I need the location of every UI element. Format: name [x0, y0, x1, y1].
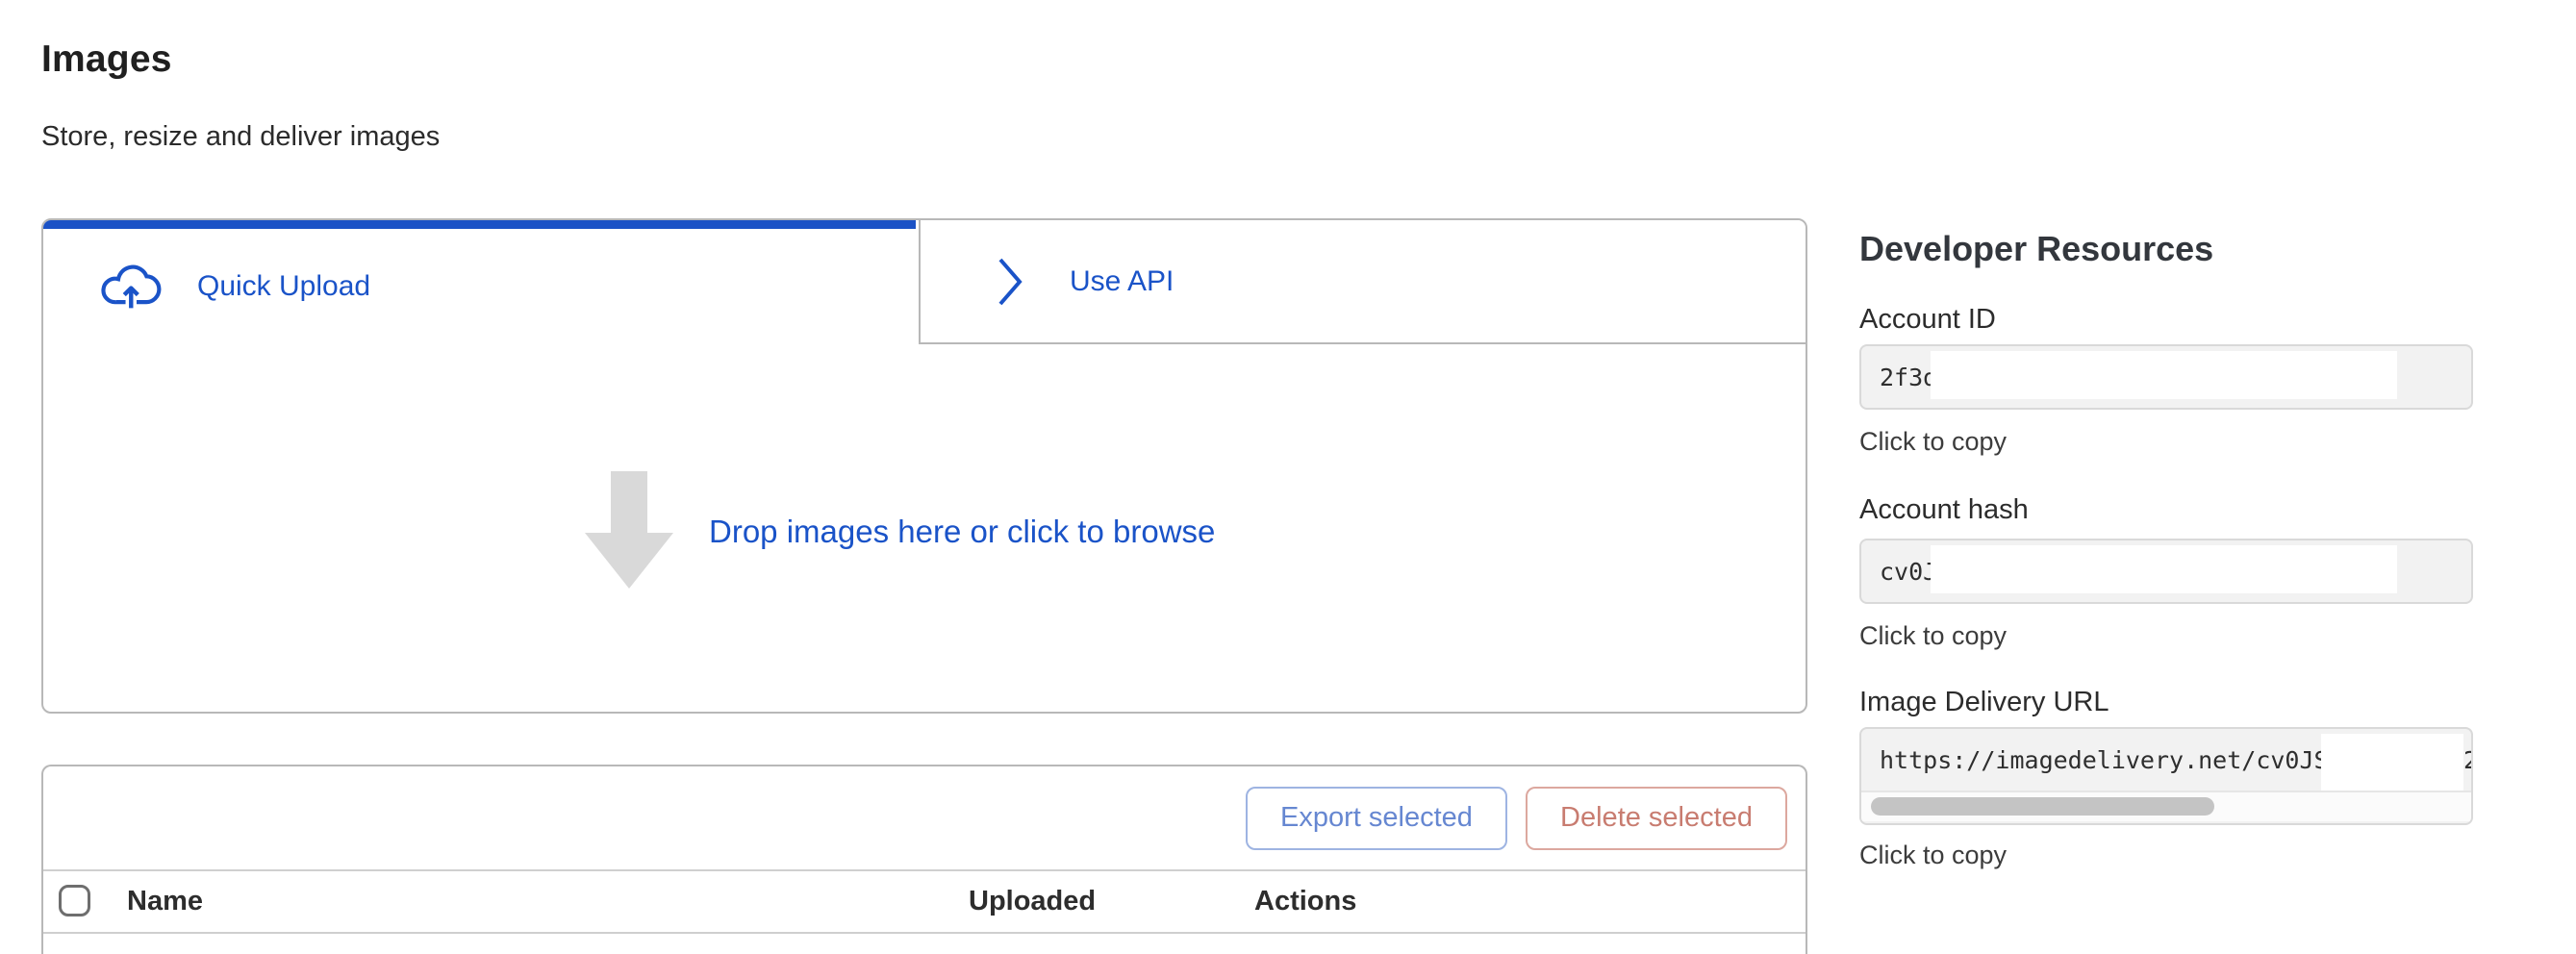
select-all-checkbox[interactable] [59, 885, 90, 916]
developer-resources-sidebar: Developer Resources Account ID 2f3d Clic… [1859, 229, 2473, 921]
dropzone[interactable]: Drop images here or click to browse [43, 346, 1806, 712]
image-delivery-url-field[interactable]: https://imagedelivery.net/cv0JS 2 [1859, 727, 2473, 825]
export-selected-button[interactable]: Export selected [1246, 787, 1507, 850]
page-title: Images [41, 38, 440, 81]
column-header-actions: Actions [1254, 886, 1356, 917]
dropzone-label: Drop images here or click to browse [709, 514, 1215, 550]
account-id-value: 2f3d [1880, 364, 1937, 391]
redaction-overlay [2321, 734, 2463, 791]
tab-quick-upload[interactable]: Quick Upload [43, 229, 919, 344]
sidebar-title: Developer Resources [1859, 229, 2213, 269]
url-horizontal-scrollbar[interactable] [1861, 791, 2471, 821]
table-header-row: Name Uploaded Actions [43, 871, 1806, 934]
image-delivery-url-value: https://imagedelivery.net/cv0JS [1880, 746, 2329, 774]
account-hash-value: cv0J [1880, 558, 1937, 586]
account-hash-label: Account hash [1859, 494, 2029, 526]
chevron-right-icon [998, 255, 1023, 309]
account-id-label: Account ID [1859, 304, 1996, 336]
tab-use-api[interactable]: Use API [919, 220, 1806, 344]
tab-use-api-label: Use API [1070, 265, 1174, 298]
account-id-copy-hint: Click to copy [1859, 427, 2007, 457]
cloud-upload-icon [99, 262, 163, 312]
upload-panel: Quick Upload Use API Drop images here or… [41, 218, 1807, 714]
active-tab-indicator [43, 220, 916, 229]
scrollbar-thumb[interactable] [1871, 797, 2214, 816]
delete-selected-button[interactable]: Delete selected [1526, 787, 1787, 850]
redaction-overlay [1931, 545, 2397, 593]
column-header-uploaded: Uploaded [969, 886, 1096, 917]
account-hash-copy-hint: Click to copy [1859, 621, 2007, 651]
images-table-panel: Export selected Delete selected Name Upl… [41, 765, 1807, 954]
tab-quick-upload-label: Quick Upload [197, 270, 370, 303]
bulk-actions-row: Export selected Delete selected [43, 766, 1806, 871]
page-subtitle: Store, resize and deliver images [41, 121, 440, 153]
account-id-field[interactable]: 2f3d [1859, 344, 2473, 410]
image-delivery-url-label: Image Delivery URL [1859, 687, 2109, 718]
redaction-overlay [1931, 351, 2397, 399]
clipped-url-character: 2 [2463, 729, 2473, 791]
arrow-down-icon [585, 471, 673, 589]
image-delivery-url-copy-hint: Click to copy [1859, 841, 2007, 870]
account-hash-field[interactable]: cv0J [1859, 539, 2473, 604]
column-header-name: Name [127, 886, 203, 917]
page-header: Images Store, resize and deliver images [41, 38, 440, 153]
